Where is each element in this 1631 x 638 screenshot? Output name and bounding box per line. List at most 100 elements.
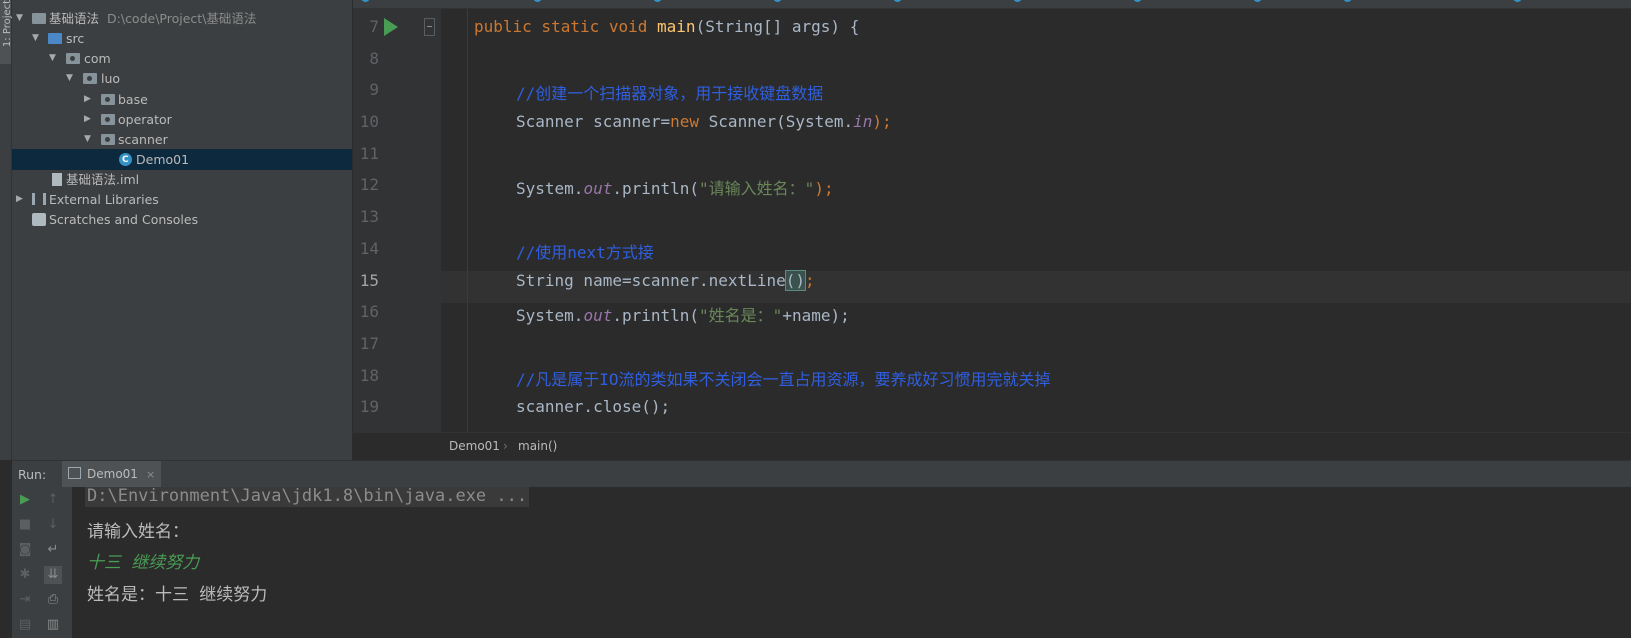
code-line-14: //使用next方式接	[516, 243, 654, 262]
indent-guide	[467, 9, 468, 432]
run-tab-demo01[interactable]: Demo01 ×	[62, 461, 162, 487]
project-path: D:\code\Project\基础语法	[107, 11, 257, 26]
soft-wrap-icon[interactable]: ↵	[44, 541, 62, 559]
trash-icon[interactable]: ▥	[44, 616, 62, 634]
expanded-arrow-icon[interactable]: ▼	[32, 28, 42, 49]
tree-item-luo[interactable]: ▼ luo	[12, 68, 352, 89]
java-class-icon	[533, 0, 542, 2]
tree-item-src[interactable]: ▼ src	[12, 28, 352, 49]
line-number: 8	[369, 49, 379, 68]
tree-item-scanner[interactable]: ▼ scanner	[12, 129, 352, 150]
editor-gutter: 7 8 9 10 11 12 13 14 15 16 17 18 19	[353, 9, 441, 432]
expanded-arrow-icon[interactable]: ▼	[16, 8, 26, 29]
run-toolbar: ▶ ↑ ■ ↓ ◙ ↵ ✱ ⇊ ⇥ ⎙ ▤ ▥	[12, 487, 72, 638]
tree-item-external-libraries[interactable]: ▶ External Libraries	[12, 189, 352, 210]
tree-item-root[interactable]: ▼ 基础语法 D:\code\Project\基础语法	[12, 8, 352, 29]
java-class-icon	[1013, 0, 1022, 2]
line-number: 19	[359, 397, 379, 416]
breadcrumb-method[interactable]: main()	[518, 433, 557, 460]
tree-item-scratches[interactable]: Scratches and Consoles	[12, 209, 352, 230]
editor-tab[interactable]	[533, 0, 546, 8]
camera-icon[interactable]: ◙	[16, 541, 34, 559]
layout-icon[interactable]: ▤	[16, 616, 34, 634]
editor-tab[interactable]	[1133, 0, 1146, 8]
iml-file-icon	[52, 173, 62, 186]
editor-tab[interactable]	[1253, 0, 1266, 8]
editor-tab[interactable]	[1013, 0, 1026, 8]
stop-icon[interactable]: ■	[16, 516, 34, 534]
rerun-icon[interactable]: ▶	[16, 491, 34, 509]
console-line: 请输入姓名：	[87, 522, 189, 542]
breadcrumb: Demo01 › main()	[353, 432, 1631, 460]
editor-tab[interactable]	[361, 0, 374, 8]
tree-item-label: 基础语法	[49, 11, 100, 26]
code-line-7: public static void main(String[] args) {	[474, 17, 860, 36]
code-line-10: Scanner scanner=new Scanner(System.in);	[516, 112, 892, 131]
package-icon	[101, 114, 115, 125]
editor-tab-bar	[353, 0, 1631, 9]
tree-item-iml[interactable]: 基础语法.iml	[12, 169, 352, 190]
expanded-arrow-icon[interactable]: ▼	[66, 68, 76, 89]
line-number: 9	[369, 80, 379, 99]
collapsed-arrow-icon[interactable]: ▶	[84, 109, 94, 130]
package-icon	[83, 73, 97, 84]
matched-brace: ()	[784, 270, 806, 291]
tree-item-label: Scratches and Consoles	[49, 212, 199, 227]
library-icon	[32, 193, 46, 205]
expanded-arrow-icon[interactable]: ▼	[49, 48, 59, 69]
code-editor[interactable]: public static void main(String[] args) {…	[441, 9, 1631, 432]
tree-item-base[interactable]: ▶ base	[12, 89, 352, 110]
code-line-15: String name=scanner.nextLine();	[516, 270, 815, 291]
up-arrow-icon[interactable]: ↑	[44, 491, 62, 509]
folder-icon	[32, 13, 46, 24]
java-class-icon	[773, 0, 782, 2]
line-number: 13	[359, 207, 379, 226]
collapsed-arrow-icon[interactable]: ▶	[16, 189, 26, 210]
down-arrow-icon[interactable]: ↓	[44, 516, 62, 534]
expanded-arrow-icon[interactable]: ▼	[84, 129, 94, 150]
project-tool-tab[interactable]: 1: Project	[0, 0, 13, 64]
java-class-icon	[893, 0, 902, 2]
console-output[interactable]: D:\Environment\Java\jdk1.8\bin\java.exe …	[72, 487, 1631, 638]
tree-item-com[interactable]: ▼ com	[12, 48, 352, 69]
settings-icon[interactable]: ✱	[16, 566, 34, 584]
line-number: 12	[359, 175, 379, 194]
code-line-19: scanner.close();	[516, 397, 671, 416]
breadcrumb-separator: ›	[503, 439, 508, 453]
line-number: 7	[369, 17, 379, 36]
scroll-to-end-icon[interactable]: ⇊	[44, 566, 62, 584]
source-folder-icon	[48, 33, 62, 44]
tree-item-label: scanner	[118, 132, 168, 147]
run-main-icon[interactable]	[384, 18, 398, 36]
package-icon	[101, 94, 115, 105]
fold-icon[interactable]	[424, 18, 435, 36]
exit-icon[interactable]: ⇥	[16, 591, 34, 609]
tree-item-label: 基础语法.iml	[66, 172, 140, 187]
editor-tab[interactable]	[773, 0, 786, 8]
editor-tab[interactable]	[1513, 0, 1526, 8]
collapsed-arrow-icon[interactable]: ▶	[84, 89, 94, 110]
console-line: 姓名是：十三 继续努力	[87, 585, 268, 605]
run-tab-label: Demo01	[87, 467, 138, 481]
code-line-12: System.out.println("请输入姓名：");	[516, 179, 834, 198]
print-icon[interactable]: ⎙	[44, 591, 62, 609]
tree-item-demo01[interactable]: Demo01	[12, 149, 352, 171]
package-icon	[66, 53, 80, 64]
tree-item-label: Demo01	[136, 152, 190, 167]
line-number: 18	[359, 366, 379, 385]
java-class-icon	[1513, 0, 1522, 2]
code-line-18: //凡是属于IO流的类如果不关闭会一直占用资源，要养成好习惯用完就关掉	[516, 370, 1051, 389]
breadcrumb-class[interactable]: Demo01	[449, 433, 500, 460]
editor-tab-active[interactable]	[1343, 0, 1493, 8]
editor-tab[interactable]	[893, 0, 906, 8]
line-number-current: 15	[359, 271, 379, 290]
close-icon[interactable]: ×	[146, 468, 155, 481]
line-number: 16	[359, 302, 379, 321]
java-class-icon	[1133, 0, 1142, 2]
run-label: Run:	[18, 467, 47, 482]
editor-tab[interactable]	[653, 0, 666, 8]
tree-item-operator[interactable]: ▶ operator	[12, 109, 352, 130]
java-class-icon	[1343, 0, 1352, 2]
tree-item-label: luo	[101, 71, 121, 86]
line-number: 10	[359, 112, 379, 131]
